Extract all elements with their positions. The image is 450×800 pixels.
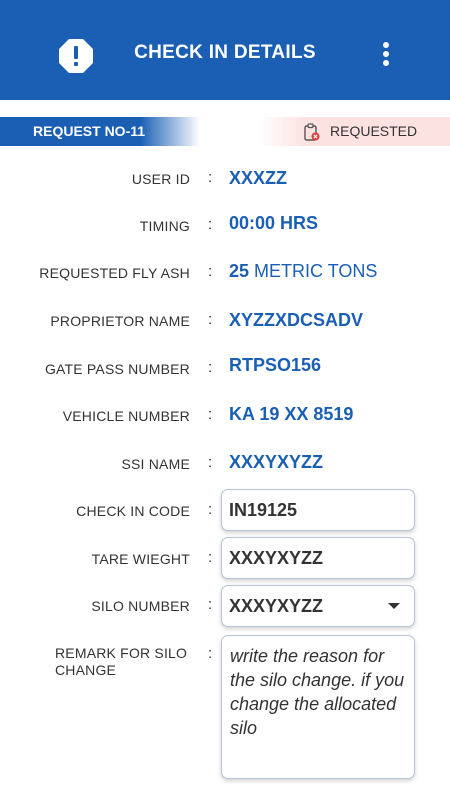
fly-ash-label: REQUESTED FLY ASH <box>39 265 190 281</box>
remark-textarea[interactable]: write the reason for the silo change. if… <box>221 635 415 779</box>
app-header: CHECK IN DETAILS <box>0 0 450 100</box>
check-in-code-field[interactable]: IN19125 <box>221 489 415 531</box>
gate-pass-value: RTPSO156 <box>229 355 322 375</box>
user-id-label: USER ID <box>131 171 190 187</box>
colon-separator: : <box>208 406 213 423</box>
vehicle-label: VEHICLE NUMBER <box>62 408 190 424</box>
proprietor-label: PROPRIETOR NAME <box>50 313 190 329</box>
more-vertical-icon[interactable] <box>378 42 394 70</box>
colon-separator: : <box>208 359 213 376</box>
silo-number-dropdown[interactable]: XXXYXYZZ <box>221 585 415 627</box>
colon-separator: : <box>208 501 213 518</box>
timing-value: 00:00 HRS <box>229 213 319 233</box>
request-number-banner: REQUEST NO-11 <box>0 117 200 146</box>
colon-separator: : <box>208 596 213 613</box>
silo-number-value: XXXYXYZZ <box>229 596 324 616</box>
clipboard-cancel-icon <box>304 123 320 141</box>
fly-ash-unit: METRIC TONS <box>254 261 378 281</box>
gate-pass-label: GATE PASS NUMBER <box>44 361 190 377</box>
check-in-details-screen: CHECK IN DETAILS REQUEST NO-11 REQUESTED… <box>0 0 450 800</box>
fly-ash-amount: 25 <box>229 261 250 281</box>
tare-weight-label: TARE WIEGHT <box>91 551 190 567</box>
status-label: REQUESTED <box>330 123 418 139</box>
chevron-down-icon[interactable] <box>388 603 400 609</box>
colon-separator: : <box>208 263 213 280</box>
proprietor-value: XYZZXDCSADV <box>229 310 364 330</box>
request-status-badge: REQUESTED <box>258 117 450 146</box>
timing-label: TIMING <box>139 218 190 234</box>
user-id-value: XXXZZ <box>229 168 288 188</box>
remark-label-line1: REMARK FOR SILO <box>55 645 188 661</box>
colon-separator: : <box>208 311 213 328</box>
remark-label: REMARK FOR SILO CHANGE <box>55 645 195 679</box>
remark-label-line2: CHANGE <box>55 662 117 678</box>
tare-weight-field[interactable]: XXXYXYZZ <box>221 537 415 579</box>
check-in-code-label: CHECK IN CODE <box>76 503 190 519</box>
silo-number-label: SILO NUMBER <box>91 598 190 614</box>
fly-ash-value: 25 METRIC TONS <box>229 261 377 282</box>
ssi-name-value: XXXYXYZZ <box>229 452 324 472</box>
colon-separator: : <box>208 169 213 186</box>
ssi-name-label: SSI NAME <box>121 456 190 472</box>
vehicle-value: KA 19 XX 8519 <box>229 404 354 424</box>
colon-separator: : <box>208 216 213 233</box>
colon-separator: : <box>208 454 213 471</box>
colon-separator: : <box>208 549 213 566</box>
colon-separator: : <box>208 645 213 662</box>
